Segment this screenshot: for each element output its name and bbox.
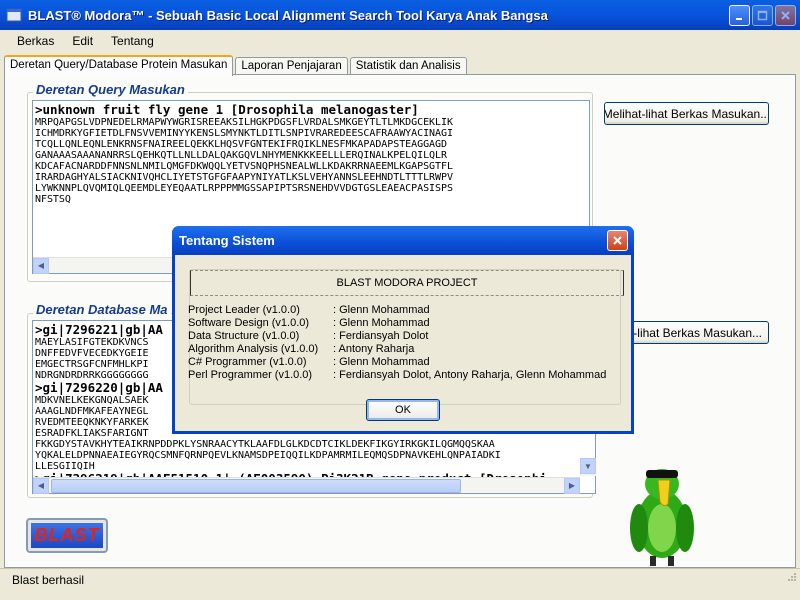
close-icon: [613, 236, 622, 245]
tab-input[interactable]: Deretan Query/Database Protein Masukan: [4, 55, 234, 76]
credit-name: : Antony Raharja: [333, 343, 415, 355]
maximize-button[interactable]: [752, 4, 773, 26]
menu-berkas[interactable]: Berkas: [8, 32, 63, 50]
database-vscrollbar[interactable]: ▼: [580, 458, 596, 476]
query-sequence-line: NFSTSQ: [35, 194, 71, 205]
query-sequence-line: LYWKNNPLQVQMIQLQEEMDLEYEQAATLRPPPMMGSSAP…: [35, 183, 453, 194]
credit-name: : Glenn Mohammad: [333, 304, 430, 316]
credit-name: : Glenn Mohammad: [333, 356, 430, 368]
query-sequence-line: GANAAASAAANANRRSLQEHKQTLLNLLDALQAKGQVLNH…: [35, 150, 447, 161]
credits-list: Project Leader (v1.0.0): Glenn Mohammad S…: [188, 304, 606, 382]
query-sequence-line: MRPQAPGSLVDPNEDELRMAPWYWGRISREEAKSILHGKP…: [35, 117, 453, 128]
tab-strip: Deretan Query/Database Protein Masukan L…: [4, 55, 469, 76]
minimize-button[interactable]: [729, 4, 750, 26]
scroll-thumb[interactable]: [51, 478, 461, 493]
credit-row: Project Leader (v1.0.0) : Glenn Mohammad: [188, 304, 606, 317]
credit-role: Data Structure (v1.0.0): [188, 330, 300, 342]
scroll-right-icon[interactable]: ▶: [564, 477, 580, 494]
window-title: BLAST® Modora™ - Sebuah Basic Local Alig…: [28, 7, 548, 23]
scroll-left-icon[interactable]: ◀: [33, 257, 49, 274]
scroll-down-icon[interactable]: ▼: [580, 458, 596, 474]
credit-name: : Ferdiansyah Dolot, Antony Raharja, Gle…: [333, 369, 607, 381]
query-sequence-line: ICHMDRKYGFIETDLFNSVVEMINYYKENSLSMYNKTLDI…: [35, 128, 453, 139]
project-name-box: BLAST MODORA PROJECT: [190, 270, 624, 296]
credit-row: Software Design (v1.0.0) : Glenn Mohammad: [188, 317, 606, 330]
blast-button[interactable]: BLAST: [26, 518, 108, 553]
credit-row: Algorithm Analysis (v1.0.0) : Antony Raha…: [188, 343, 606, 356]
credit-row: Perl Programmer (v1.0.0) : Ferdiansyah Do…: [188, 369, 606, 382]
app-icon: [6, 8, 22, 22]
query-browse-button[interactable]: Melihat-lihat Berkas Masukan...: [604, 102, 769, 125]
close-button[interactable]: [775, 4, 796, 26]
query-sequence-line: TCQLLQNLEQNLENKRNSFNAIREELQEKKLHQSVFGNTE…: [35, 139, 447, 150]
credit-row: C# Programmer (v1.0.0) : Glenn Mohammad: [188, 356, 606, 369]
credit-name: : Ferdiansyah Dolot: [333, 330, 429, 342]
query-section-label: Deretan Query Masukan: [33, 82, 188, 97]
status-text: Blast berhasil: [12, 573, 85, 587]
maximize-icon: [757, 10, 768, 20]
credit-name: : Glenn Mohammad: [333, 317, 430, 329]
blast-button-label: BLAST: [31, 523, 103, 548]
query-sequence-line: KDCAFACNARDDFNNSNLNMILQMGFDKWQQLYETVSNQP…: [35, 161, 453, 172]
database-section-label: Deretan Database Ma: [33, 302, 171, 317]
status-bar: Blast berhasil: [0, 568, 800, 592]
minimize-icon: [736, 17, 742, 20]
ok-button[interactable]: OK: [366, 399, 440, 421]
dialog-titlebar: Tentang Sistem: [172, 226, 634, 255]
project-name: BLAST MODORA PROJECT: [336, 277, 478, 289]
credit-row: Data Structure (v1.0.0) : Ferdiansyah Dol…: [188, 330, 606, 343]
menu-tentang[interactable]: Tentang: [102, 32, 163, 50]
size-grip-icon[interactable]: [785, 570, 797, 582]
window-titlebar: BLAST® Modora™ - Sebuah Basic Local Alig…: [0, 0, 800, 30]
dialog-close-button[interactable]: [607, 230, 628, 251]
database-sequence-line: FKKGDYSTAVKHYTEAIKRNPDDPKLYSNRAACYTKLAAF…: [35, 439, 495, 450]
credit-role: Algorithm Analysis (v1.0.0): [188, 343, 319, 355]
credit-role: Project Leader (v1.0.0): [188, 304, 300, 316]
scroll-left-icon[interactable]: ◀: [33, 477, 49, 494]
query-sequence: MRPQAPGSLVDPNEDELRMAPWYWGRISREEAKSILHGKP…: [35, 117, 587, 205]
menu-edit[interactable]: Edit: [63, 32, 102, 50]
database-hscrollbar[interactable]: ◀ ▶: [33, 477, 580, 494]
dialog-title: Tentang Sistem: [179, 233, 275, 248]
credit-role: Software Design (v1.0.0): [188, 317, 310, 329]
query-header: >unknown fruit fly gene 1 [Drosophila me…: [35, 102, 419, 117]
credit-role: C# Programmer (v1.0.0): [188, 356, 307, 368]
query-sequence-line: IRARDAGHYALSIACKNIVQHCLIYETSTGFGFAAPYNIY…: [35, 172, 453, 183]
parrot-mascot: [630, 469, 694, 566]
database-sequence-line: YQKALELDPNNAEAIEGYRQCSMNFQRNPQEVLKNAMSDP…: [35, 450, 501, 461]
credit-role: Perl Programmer (v1.0.0): [188, 369, 313, 381]
menu-bar: Berkas Edit Tentang: [0, 30, 800, 52]
close-icon: [781, 10, 790, 20]
